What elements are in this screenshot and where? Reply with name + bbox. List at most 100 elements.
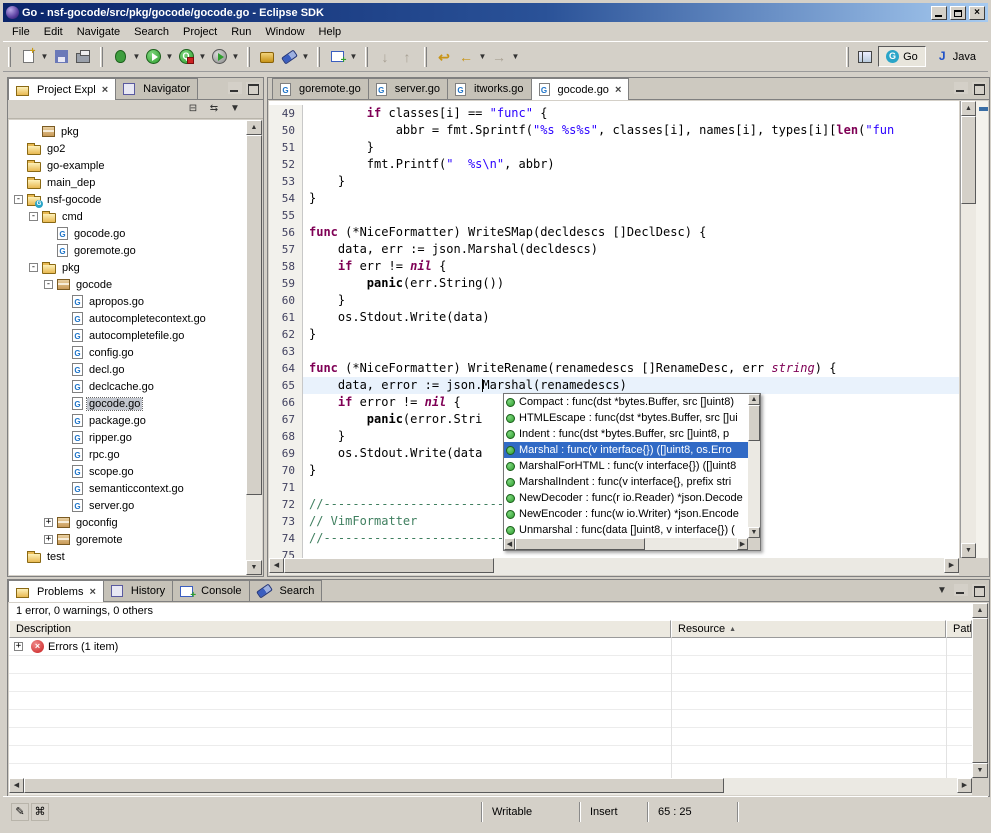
maximize-view-button[interactable]: [246, 82, 260, 94]
tree-item-ripper.go[interactable]: ripper.go: [9, 429, 246, 446]
tree-item-cmd[interactable]: -cmd: [9, 208, 246, 225]
code-line[interactable]: 62}: [269, 326, 959, 343]
next-annotation-button[interactable]: ↓: [374, 45, 396, 69]
expander-minus-icon[interactable]: -: [29, 212, 38, 221]
tree-item-config.go[interactable]: config.go: [9, 344, 246, 361]
menu-project[interactable]: Project: [176, 24, 224, 40]
autocomplete-item[interactable]: Unmarshal : func(data []uint8, v interfa…: [504, 522, 748, 538]
problems-vertical-scrollbar[interactable]: ▲ ▼: [972, 603, 988, 778]
code-line[interactable]: 53 }: [269, 173, 959, 190]
autocomplete-item[interactable]: HTMLEscape : func(dst *bytes.Buffer, src…: [504, 410, 748, 426]
code-line[interactable]: 50 abbr = fmt.Sprintf("%s %s%s", classes…: [269, 122, 959, 139]
autocomplete-item[interactable]: Indent : func(dst *bytes.Buffer, src []u…: [504, 426, 748, 442]
run-dropdown[interactable]: ▼: [164, 45, 175, 69]
code-line[interactable]: 56func (*NiceFormatter) WriteSMap(declde…: [269, 224, 959, 241]
scroll-left-button[interactable]: ◀: [269, 558, 284, 573]
code-line[interactable]: 60 }: [269, 292, 959, 309]
scroll-right-button[interactable]: ▶: [957, 778, 972, 793]
fast-view-button[interactable]: ✎: [11, 803, 29, 821]
tab-search[interactable]: Search: [249, 580, 323, 601]
tab-project-explorer[interactable]: Project Expl ×: [8, 78, 116, 100]
tree-item-semanticcontext.go[interactable]: semanticcontext.go: [9, 480, 246, 497]
tab-history[interactable]: History: [103, 580, 173, 601]
scroll-up-button[interactable]: ▲: [246, 120, 262, 135]
menu-window[interactable]: Window: [258, 24, 311, 40]
tree-item-go2[interactable]: go2: [9, 140, 246, 157]
code-line[interactable]: 49 if classes[i] == "func" {: [269, 105, 959, 122]
new-wizard-button[interactable]: [17, 45, 39, 69]
previous-annotation-button[interactable]: ↑: [396, 45, 418, 69]
minimize-view-button[interactable]: [228, 82, 242, 94]
view-menu-button[interactable]: ▼: [227, 102, 243, 116]
problems-horizontal-scrollbar[interactable]: ◀ ▶: [9, 778, 972, 795]
column-divider[interactable]: [946, 638, 947, 778]
print-button[interactable]: [72, 45, 94, 69]
tree-item-goremote[interactable]: +goremote: [9, 531, 246, 548]
new-wizard-dropdown[interactable]: ▼: [39, 45, 50, 69]
search-dropdown[interactable]: ▼: [300, 45, 311, 69]
scroll-up-button[interactable]: ▲: [748, 394, 760, 405]
scroll-thumb[interactable]: [246, 135, 262, 495]
column-divider[interactable]: [671, 638, 672, 778]
code-line[interactable]: 54}: [269, 190, 959, 207]
tree-item-decl.go[interactable]: decl.go: [9, 361, 246, 378]
explorer-vertical-scrollbar[interactable]: ▲ ▼: [246, 120, 262, 575]
expander-minus-icon[interactable]: -: [14, 195, 23, 204]
scroll-left-button[interactable]: ◀: [504, 538, 515, 550]
editor-trim-button[interactable]: ⌘: [31, 803, 49, 821]
perspective-java-button[interactable]: J Java: [928, 46, 984, 67]
editor-tab-server.go[interactable]: server.go: [368, 78, 448, 99]
code-line[interactable]: 51 }: [269, 139, 959, 156]
back-dropdown[interactable]: ▼: [477, 45, 488, 69]
popup-vertical-scrollbar[interactable]: ▲ ▼: [748, 394, 760, 538]
scroll-left-button[interactable]: ◀: [9, 778, 24, 793]
code-line[interactable]: 63: [269, 343, 959, 360]
tree-item-goremote.go[interactable]: goremote.go: [9, 242, 246, 259]
scroll-right-button[interactable]: ▶: [944, 558, 959, 573]
expander-plus-icon[interactable]: +: [44, 535, 53, 544]
code-line[interactable]: 57 data, err := json.Marshal(decldescs): [269, 241, 959, 258]
expander-plus-icon[interactable]: +: [14, 642, 23, 651]
tree-item-main_dep[interactable]: main_dep: [9, 174, 246, 191]
minimize-window-button[interactable]: [931, 6, 947, 20]
toolbar-handle[interactable]: [247, 47, 250, 67]
code-line[interactable]: 59 panic(err.String()): [269, 275, 959, 292]
external-tools-button[interactable]: [208, 45, 230, 69]
scroll-down-button[interactable]: ▼: [246, 560, 262, 575]
column-header-resource[interactable]: Resource▲: [671, 620, 946, 638]
toolbar-handle[interactable]: [8, 47, 11, 67]
maximize-view-button[interactable]: [972, 584, 986, 596]
autocomplete-item[interactable]: MarshalForHTML : func(v interface{}) ([]…: [504, 458, 748, 474]
minimize-view-button[interactable]: [954, 584, 968, 596]
tree-item-rpc.go[interactable]: rpc.go: [9, 446, 246, 463]
view-menu-button[interactable]: ▼: [934, 584, 950, 598]
menu-help[interactable]: Help: [312, 24, 349, 40]
scroll-thumb[interactable]: [24, 778, 724, 793]
perspective-go-button[interactable]: G Go: [878, 46, 926, 67]
toolbar-handle[interactable]: [365, 47, 368, 67]
expander-plus-icon[interactable]: +: [44, 518, 53, 527]
autocomplete-item[interactable]: NewEncoder : func(w io.Writer) *json.Enc…: [504, 506, 748, 522]
open-resource-button[interactable]: [256, 45, 278, 69]
menu-search[interactable]: Search: [127, 24, 176, 40]
code-line[interactable]: 52 fmt.Printf(" %s\n", abbr): [269, 156, 959, 173]
forward-button[interactable]: →: [488, 45, 510, 69]
editor-tab-gocode.go[interactable]: gocode.go×: [531, 78, 630, 100]
minimize-view-button[interactable]: [954, 82, 968, 94]
collapse-all-button[interactable]: ⊟: [185, 102, 201, 116]
debug-dropdown[interactable]: ▼: [131, 45, 142, 69]
code-line[interactable]: 65 data, error := json.Marshal(renamedes…: [269, 377, 959, 394]
scroll-down-button[interactable]: ▼: [972, 763, 988, 778]
run-coverage-dropdown[interactable]: ▼: [197, 45, 208, 69]
scroll-up-button[interactable]: ▲: [972, 603, 988, 618]
scroll-thumb[interactable]: [515, 538, 645, 550]
back-button[interactable]: ←: [455, 45, 477, 69]
autocomplete-item[interactable]: MarshalIndent : func(v interface{}, pref…: [504, 474, 748, 490]
popup-horizontal-scrollbar[interactable]: ◀ ▶: [504, 538, 748, 550]
toolbar-handle[interactable]: [424, 47, 427, 67]
scroll-down-button[interactable]: ▼: [748, 527, 760, 538]
tree-item-nsf-gocode[interactable]: -nsf-gocode: [9, 191, 246, 208]
code-line[interactable]: 61 os.Stdout.Write(data): [269, 309, 959, 326]
forward-dropdown[interactable]: ▼: [510, 45, 521, 69]
annotation-marker[interactable]: [979, 107, 988, 111]
